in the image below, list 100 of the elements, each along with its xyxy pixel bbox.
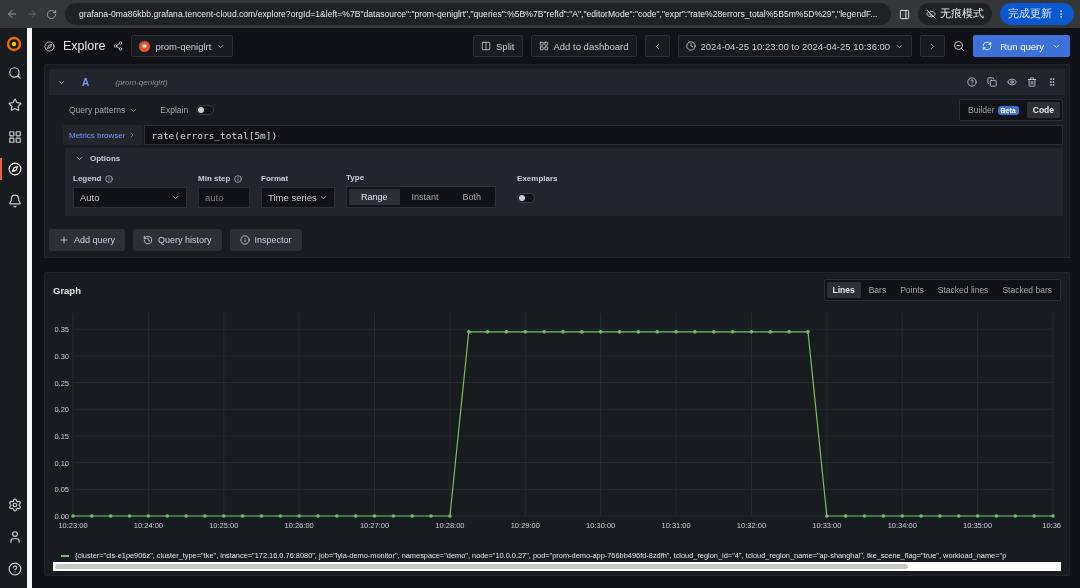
data-point (900, 514, 905, 518)
action-button[interactable]: Query history (133, 229, 222, 251)
data-point (919, 514, 923, 518)
zoom-out-icon[interactable] (953, 40, 966, 52)
explain-label: Explain (160, 105, 189, 115)
data-point (825, 514, 829, 518)
data-point (617, 330, 622, 334)
eye-icon[interactable] (1007, 77, 1017, 87)
graph-style-option[interactable]: Lines (826, 282, 861, 298)
min-step-input[interactable]: auto (198, 187, 250, 208)
data-point (806, 330, 810, 334)
share-icon[interactable] (113, 41, 124, 51)
graph-style-option[interactable]: Bars (862, 282, 893, 298)
legend-swatch (61, 554, 69, 557)
data-point (259, 514, 264, 518)
action-button[interactable]: Add query (49, 229, 126, 251)
field-label: Min step (198, 174, 231, 183)
query-editor[interactable]: rate(errors_total[5m]) (144, 125, 1063, 145)
data-point (975, 514, 980, 518)
trash-icon[interactable] (1027, 77, 1037, 87)
split-button[interactable]: Split (473, 35, 523, 57)
panel-title: Graph (53, 284, 81, 296)
incognito-icon (926, 9, 936, 19)
data-point (749, 330, 754, 334)
legend-select[interactable]: Auto (73, 187, 187, 208)
drag-handle-icon[interactable] (1047, 77, 1057, 87)
update-button[interactable]: 完成更新 (1000, 3, 1074, 25)
data-point (90, 514, 94, 518)
data-point (71, 514, 75, 518)
data-point (730, 330, 735, 334)
data-point (580, 330, 584, 334)
type-option[interactable]: Range (349, 189, 400, 205)
time-range-picker[interactable]: 2024-04-25 10:23:00 to 2024-04-25 10:36:00 (677, 35, 913, 57)
side-panel-icon[interactable] (899, 8, 910, 20)
address-bar[interactable]: grafana-0ma86kbb.grafana.tencent-cloud.com/explore?orgId=1&left=%7B"datasource":"prom-qeniglrt","queries":%5B%7B"refId":"A","editorMode":"code","expr":"rate%28errors_total%5B5m%5D%29","legendF... (65, 3, 891, 25)
incognito-badge[interactable]: 无痕模式 (918, 3, 992, 25)
graph-style-option[interactable]: Points (894, 282, 930, 298)
data-point (787, 330, 791, 334)
metrics-browser-button[interactable]: Metrics browser (63, 125, 143, 145)
type-option[interactable]: Instant (399, 189, 451, 205)
data-point (297, 514, 301, 518)
back-icon[interactable] (6, 8, 18, 20)
url-text: grafana-0ma86kbb.grafana.tencent-cloud.com/explore?orgId=1&left=%7B"datasource":"prom-qeniglrt","queries":%5B%7B"refId":"A","editorMode":"code","expr":"rate%28errors_total%5B5m%5D%29","legendF... (79, 9, 878, 19)
run-query-button[interactable]: Run query (973, 35, 1070, 57)
data-point (316, 514, 320, 518)
data-point (1051, 514, 1055, 518)
data-point (881, 514, 886, 518)
graph-style-option[interactable]: Stacked bars (996, 282, 1058, 298)
graph-style-option[interactable]: Stacked lines (931, 282, 995, 298)
data-point (448, 514, 452, 518)
query-ref: A (82, 76, 90, 88)
exemplars-toggle[interactable] (517, 192, 536, 203)
field-label: Legend (73, 174, 102, 183)
mode-tab[interactable]: Code (1026, 102, 1060, 118)
data-point (862, 514, 867, 518)
data-point (203, 514, 207, 518)
data-point (127, 514, 132, 518)
data-point (353, 514, 358, 518)
data-point (598, 330, 603, 334)
data-point (165, 514, 170, 518)
data-point (636, 330, 641, 334)
data-point (391, 514, 396, 518)
grid-icon (538, 41, 549, 51)
data-point (221, 514, 226, 518)
data-point (768, 330, 773, 334)
data-point (278, 514, 283, 518)
data-point (146, 514, 151, 518)
add-to-dashboard-button[interactable]: Add to dashboard (530, 35, 637, 57)
info-icon (239, 235, 250, 245)
chevron-down-icon (171, 193, 180, 202)
data-point (843, 514, 848, 518)
options-toggle[interactable]: Options (73, 154, 1055, 163)
data-point (561, 330, 565, 334)
format-select[interactable]: Time series (261, 187, 335, 208)
type-option[interactable]: Both (450, 189, 494, 205)
data-point (108, 514, 113, 518)
chevron-down-icon (75, 154, 84, 163)
copy-icon[interactable] (987, 77, 997, 87)
action-button[interactable]: Inspector (229, 229, 302, 251)
data-point (1013, 514, 1018, 518)
reload-icon[interactable] (46, 8, 57, 20)
logo-icon (5, 36, 22, 52)
query-patterns-dropdown[interactable]: Query patterns (69, 105, 139, 115)
chevron-down-icon (319, 193, 328, 202)
data-point (994, 514, 999, 518)
datasource-picker[interactable]: prom-qeniglrt (131, 35, 234, 57)
field-label: Format (261, 174, 290, 183)
scrollbar-thumb[interactable] (55, 564, 909, 569)
data-point (372, 514, 377, 518)
data-point (523, 330, 528, 334)
data-point (240, 514, 245, 518)
field-label: Exemplars (517, 174, 558, 183)
data-point (485, 330, 490, 334)
data-point (429, 514, 433, 518)
clock-icon (685, 41, 696, 51)
data-point (410, 514, 415, 518)
info-icon[interactable] (234, 174, 243, 183)
explain-toggle[interactable] (196, 105, 215, 115)
info-icon[interactable] (105, 174, 114, 183)
data-point (1032, 514, 1036, 518)
